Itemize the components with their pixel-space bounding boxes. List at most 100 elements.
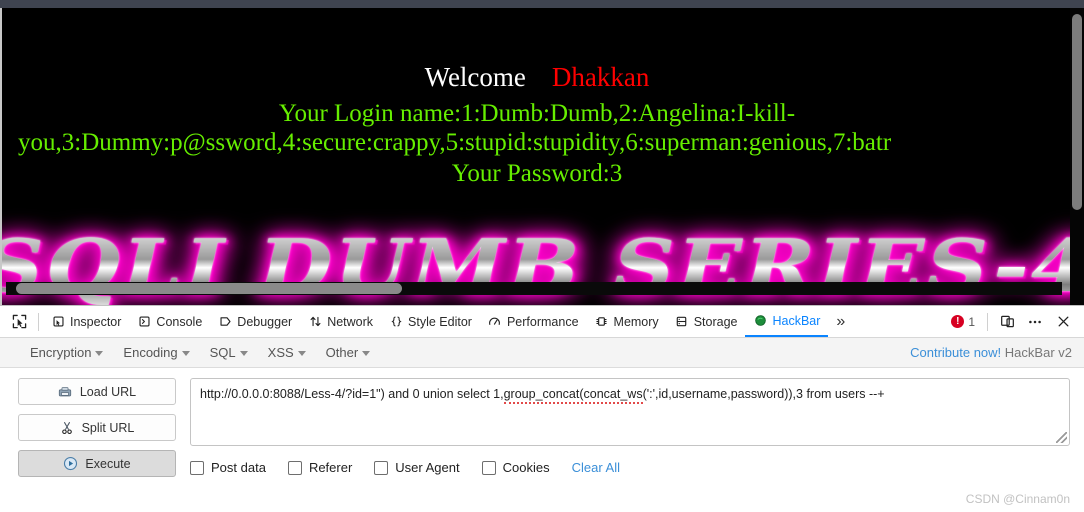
load-url-button[interactable]: Load URL: [18, 378, 176, 405]
devtools-tab-bar: Inspector Console Debugger Network Style…: [0, 306, 1084, 338]
welcome-label: Welcome: [424, 62, 526, 92]
debugger-icon: [218, 315, 232, 329]
login-result-line-2: you,3:Dummy:p@ssword,4:secure:crappy,5:s…: [18, 129, 892, 157]
error-count-badge[interactable]: ! 1: [945, 315, 981, 329]
toolbar-divider: [38, 312, 39, 331]
chevron-down-icon: [297, 351, 306, 357]
performance-icon: [488, 315, 502, 329]
textarea-resize-handle[interactable]: [1056, 432, 1067, 443]
page-viewport: Welcome Dhakkan Your Login name:1:Dumb:Du…: [0, 8, 1084, 305]
load-url-label: Load URL: [79, 384, 137, 399]
hackbar-menu-xss[interactable]: XSS: [258, 345, 316, 360]
hackbar-menu-sql[interactable]: SQL: [200, 345, 258, 360]
tab-hackbar-label: HackBar: [772, 313, 821, 328]
referer-checkbox-box[interactable]: [287, 460, 302, 475]
hackbar-menu-encoding-label: Encoding: [123, 345, 178, 360]
hackbar-menu-encoding[interactable]: Encoding: [113, 345, 199, 360]
browser-chrome-strip: [0, 0, 1084, 8]
responsive-design-mode-button[interactable]: [994, 309, 1020, 335]
referer-label: Referer: [308, 460, 353, 475]
execute-button[interactable]: Execute: [18, 450, 176, 477]
user-agent-label: User Agent: [395, 460, 460, 475]
split-url-button[interactable]: Split URL: [18, 414, 176, 441]
page-vertical-scrollbar[interactable]: [1070, 8, 1084, 305]
element-picker-button[interactable]: [4, 308, 34, 336]
tab-storage-label: Storage: [693, 314, 738, 329]
tabs-overflow-button[interactable]: »: [828, 313, 853, 331]
devtools-toolbar-right: ! 1: [945, 309, 1084, 335]
page-horizontal-scrollbar-thumb[interactable]: [16, 283, 402, 294]
post-data-checkbox[interactable]: Post data: [190, 460, 266, 475]
split-url-label: Split URL: [81, 420, 135, 435]
hackbar-menu-xss-label: XSS: [267, 345, 294, 360]
tab-debugger-label: Debugger: [237, 314, 293, 329]
page-horizontal-scrollbar[interactable]: [6, 282, 1062, 295]
hackbar-options-row: Post data Referer User Agent Cookies Cle…: [190, 460, 1070, 475]
cookies-label: Cookies: [502, 460, 550, 475]
chevron-down-icon: [362, 351, 371, 357]
page-content: Welcome Dhakkan Your Login name:1:Dumb:Du…: [2, 8, 1084, 305]
tab-inspector-label: Inspector: [70, 314, 122, 329]
post-data-checkbox-box[interactable]: [190, 460, 204, 475]
hackbar-menu-sql-label: SQL: [209, 345, 236, 360]
devtools-close-button[interactable]: [1050, 309, 1076, 335]
error-icon: !: [951, 315, 965, 328]
storage-icon: [675, 315, 689, 329]
tab-debugger[interactable]: Debugger: [210, 306, 300, 337]
responsive-design-mode-icon: [1000, 315, 1014, 328]
cookies-checkbox[interactable]: Cookies: [481, 460, 550, 475]
execute-label: Execute: [85, 456, 131, 471]
referer-checkbox[interactable]: Referer: [287, 460, 353, 475]
clear-all-link[interactable]: Clear All: [572, 460, 620, 475]
hackbar-menu-encryption[interactable]: Encryption: [20, 345, 113, 360]
password-result-line: Your Password:3: [451, 159, 623, 187]
url-text-spellchecked: group_concat(concat_ws: [503, 387, 643, 404]
screenshot-root: Welcome Dhakkan Your Login name:1:Dumb:Du…: [0, 0, 1084, 512]
style-editor-icon: [389, 315, 403, 329]
hackbar-menu-other[interactable]: Other: [316, 345, 381, 360]
tab-memory-label: Memory: [613, 314, 659, 329]
hackbar-menu-bar: Encryption Encoding SQL XSS Other Contri…: [0, 338, 1084, 368]
hackbar-menu-encryption-label: Encryption: [30, 345, 92, 360]
split-url-icon: [60, 420, 75, 435]
hackbar-action-buttons: Load URL Split URL Execute: [18, 378, 176, 512]
load-url-icon: [58, 384, 73, 399]
welcome-heading: Welcome Dhakkan: [2, 62, 1072, 93]
inspector-icon: [51, 315, 65, 329]
tab-performance[interactable]: Performance: [480, 306, 587, 337]
hackbar-version-label: HackBar v2: [1004, 345, 1072, 360]
execute-icon: [63, 456, 78, 471]
tab-style-editor[interactable]: Style Editor: [381, 306, 480, 337]
hackbar-icon: [753, 314, 767, 328]
url-text-suffix: (':',id,username,password)),3 from users…: [642, 387, 885, 401]
tab-style-editor-label: Style Editor: [408, 314, 472, 329]
hackbar-body: Load URL Split URL Execute http://0.0.0.…: [0, 368, 1084, 512]
close-icon: [1058, 316, 1068, 327]
user-agent-checkbox-box[interactable]: [374, 460, 389, 475]
tab-network[interactable]: Network: [300, 306, 381, 337]
tab-console[interactable]: Console: [129, 306, 210, 337]
devtools-more-button[interactable]: [1022, 309, 1048, 335]
hackbar-contribute-area: Contribute now! HackBar v2: [910, 345, 1084, 360]
chevron-down-icon: [95, 351, 104, 357]
user-name: Dhakkan: [551, 62, 650, 92]
tab-network-label: Network: [327, 314, 374, 329]
user-agent-checkbox[interactable]: User Agent: [374, 460, 460, 475]
tab-storage[interactable]: Storage: [667, 306, 746, 337]
contribute-link[interactable]: Contribute now!: [910, 345, 1001, 360]
cookies-checkbox-box[interactable]: [481, 460, 496, 475]
tab-performance-label: Performance: [506, 314, 579, 329]
hackbar-url-column: http://0.0.0.0:8088/Less-4/?id=1") and 0…: [190, 378, 1070, 512]
url-text-prefix: http://0.0.0.0:8088/Less-4/?id=1") and 0…: [200, 387, 504, 401]
chevron-down-icon: [181, 351, 190, 357]
devtools-panel: Inspector Console Debugger Network Style…: [0, 305, 1084, 512]
network-icon: [308, 315, 322, 329]
meatball-menu-icon: [1029, 320, 1041, 323]
element-picker-icon: [12, 314, 26, 329]
tab-memory[interactable]: Memory: [587, 306, 667, 337]
page-vertical-scrollbar-thumb[interactable]: [1072, 14, 1082, 210]
tab-hackbar[interactable]: HackBar: [745, 306, 829, 337]
url-textarea[interactable]: http://0.0.0.0:8088/Less-4/?id=1") and 0…: [190, 378, 1070, 446]
tab-inspector[interactable]: Inspector: [43, 306, 129, 337]
tab-console-label: Console: [156, 314, 203, 329]
